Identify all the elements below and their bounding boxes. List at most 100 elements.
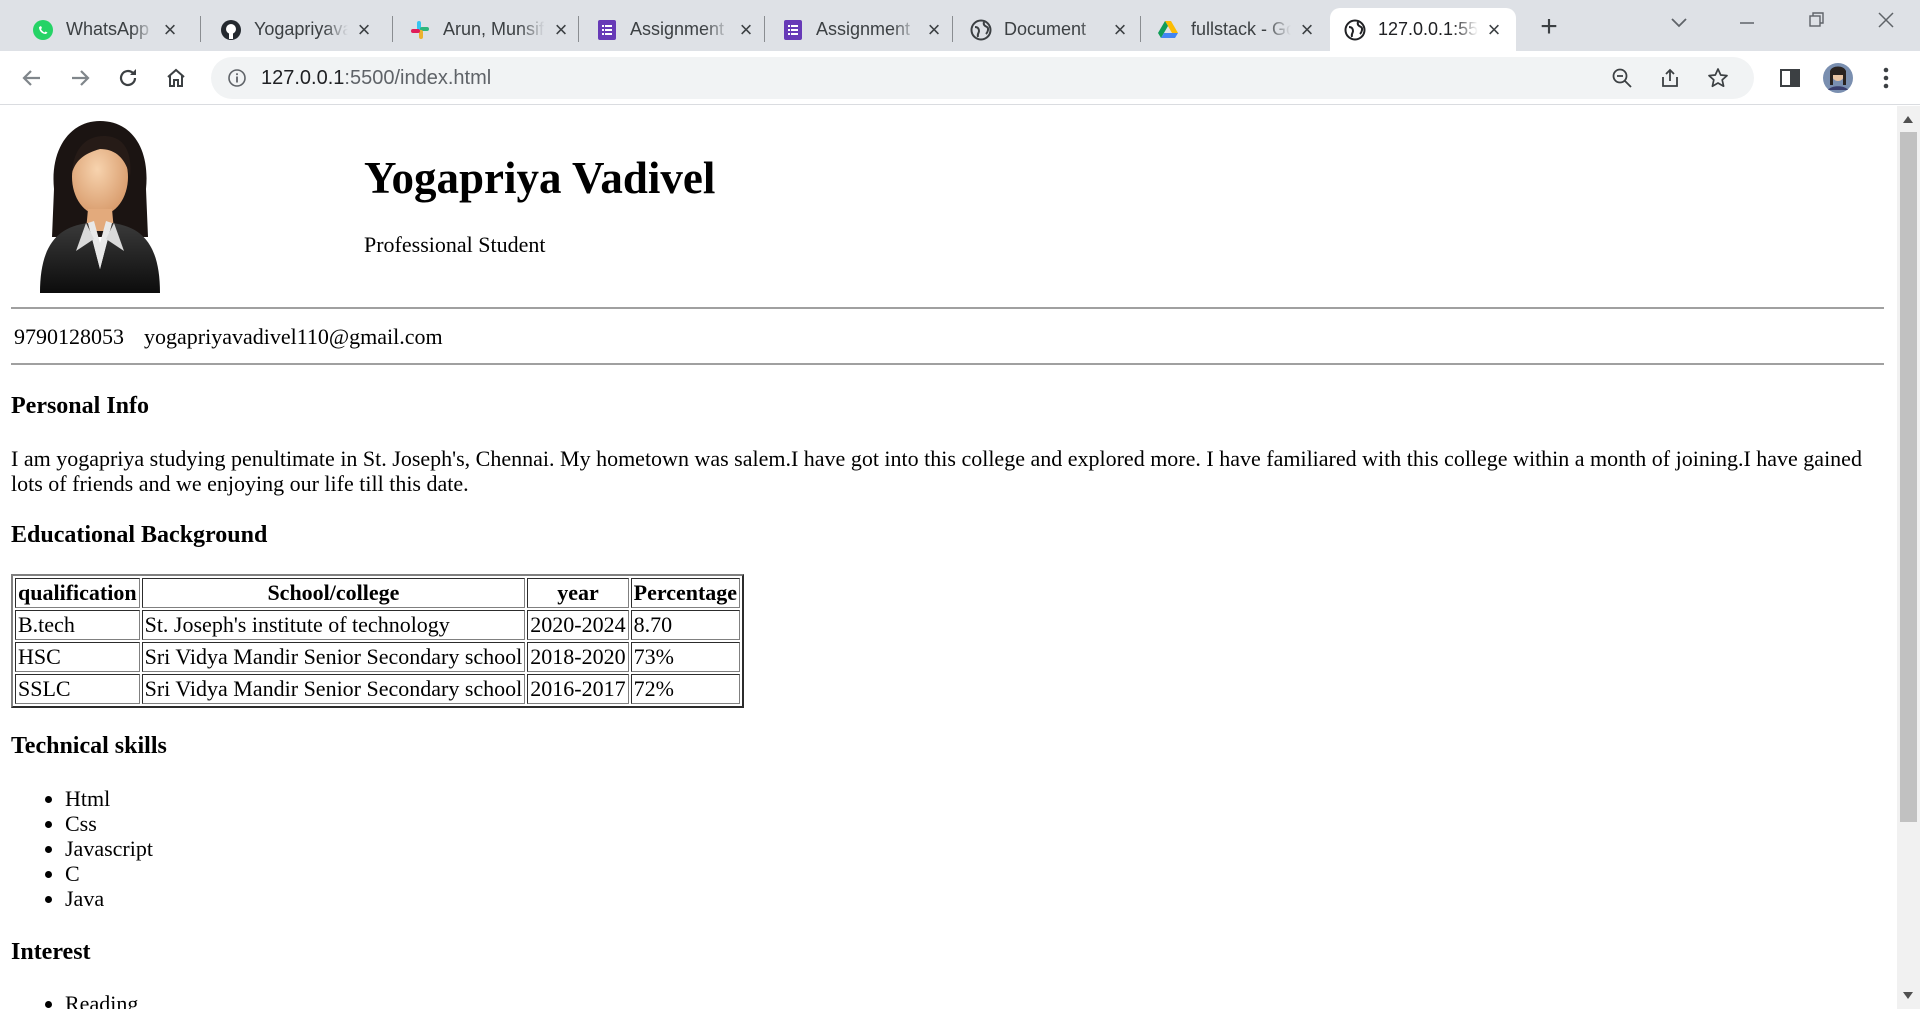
tab-title: WhatsApp: [66, 19, 150, 39]
avatar[interactable]: [1820, 60, 1856, 96]
table-cell: St. Joseph's institute of technology: [141, 610, 526, 640]
profile-avatar-image: [40, 121, 160, 293]
close-icon[interactable]: ×: [160, 18, 180, 40]
slack-icon: [409, 19, 431, 41]
profile-role: Professional Student: [364, 232, 546, 257]
tab-strip: WhatsApp × Yogapriyavadivel × Arun, Muns…: [0, 0, 1920, 51]
new-tab-button[interactable]: +: [1533, 12, 1565, 44]
table-row: SSLC Sri Vidya Mandir Senior Secondary s…: [15, 674, 741, 704]
column-header: year: [527, 578, 629, 608]
table-cell: 2018-2020: [527, 642, 629, 672]
forms-icon: [782, 19, 804, 41]
phone-number: 9790128053: [14, 324, 124, 349]
tab-title: Yogapriyavadivel: [254, 19, 348, 39]
tab-title: Assignment: [630, 19, 725, 39]
tab-slack[interactable]: Arun, Munsif ×: [395, 8, 583, 51]
table-cell: SSLC: [15, 674, 140, 704]
tab-separator: [764, 16, 765, 42]
email-address: yogapriyavadivel110@gmail.com: [144, 324, 443, 349]
table-cell: 72%: [630, 674, 741, 704]
page-viewport: Yogapriya Vadivel Professional Student 9…: [0, 106, 1897, 1009]
table-header-row: qualification School/college year Percen…: [15, 578, 741, 608]
close-icon[interactable]: ×: [924, 18, 944, 40]
personal-info-text: I am yogapriya studying penultimate in S…: [11, 446, 1862, 496]
url-text[interactable]: 127.0.0.1:5500/index.html: [261, 67, 491, 90]
tab-github[interactable]: Yogapriyavadivel ×: [206, 8, 386, 51]
drive-icon: [1157, 19, 1179, 41]
zoom-icon[interactable]: [1606, 62, 1638, 94]
info-icon[interactable]: [221, 62, 253, 94]
tab-assignment-1[interactable]: Assignment ×: [582, 8, 768, 51]
tab-assignment-2[interactable]: Assignment ×: [768, 8, 956, 51]
scroll-down-icon[interactable]: [1903, 992, 1913, 999]
column-header: School/college: [141, 578, 526, 608]
close-icon[interactable]: ×: [736, 18, 756, 40]
tab-separator: [1140, 16, 1141, 42]
close-window-icon[interactable]: [1861, 8, 1911, 38]
restore-icon[interactable]: [1791, 8, 1841, 38]
divider: [11, 307, 1884, 309]
heading-educational-background: Educational Background: [11, 522, 268, 548]
minimize-icon[interactable]: [1722, 8, 1772, 38]
tab-local-page[interactable]: 127.0.0.1:5500/index.html ×: [1330, 8, 1516, 51]
side-panel-icon[interactable]: [1772, 60, 1808, 96]
table-cell: 2016-2017: [527, 674, 629, 704]
reload-button[interactable]: [110, 60, 146, 96]
close-icon[interactable]: ×: [551, 18, 571, 40]
table-cell: Sri Vidya Mandir Senior Secondary school: [141, 642, 526, 672]
tab-title: 127.0.0.1:5500/index.html: [1378, 19, 1478, 39]
table-cell: B.tech: [15, 610, 140, 640]
forward-button[interactable]: [62, 60, 98, 96]
more-menu-icon[interactable]: [1868, 60, 1904, 96]
url-path: :5500/index.html: [344, 67, 492, 89]
list-item: Html: [65, 786, 153, 811]
forms-icon: [596, 19, 618, 41]
close-icon[interactable]: ×: [354, 18, 374, 40]
table-cell: Sri Vidya Mandir Senior Secondary school: [141, 674, 526, 704]
vertical-scrollbar[interactable]: [1897, 106, 1920, 1009]
table-row: HSC Sri Vidya Mandir Senior Secondary sc…: [15, 642, 741, 672]
globe-icon: [970, 19, 992, 41]
github-icon: [220, 19, 242, 41]
table-cell: 8.70: [630, 610, 741, 640]
scrollbar-thumb[interactable]: [1900, 132, 1917, 822]
scroll-up-icon[interactable]: [1903, 116, 1913, 123]
close-icon[interactable]: ×: [1297, 18, 1317, 40]
tab-separator: [952, 16, 953, 42]
close-icon[interactable]: ×: [1110, 18, 1130, 40]
contact-info: 9790128053 yogapriyavadivel110@gmail.com: [14, 324, 443, 350]
tab-title: Document: [1004, 19, 1087, 39]
tab-separator: [392, 16, 393, 42]
tab-search-icon[interactable]: [1654, 8, 1704, 38]
profile-name: Yogapriya Vadivel: [364, 153, 716, 203]
table-row: B.tech St. Joseph's institute of technol…: [15, 610, 741, 640]
divider: [11, 363, 1884, 365]
interest-list: Reading: [25, 991, 138, 1009]
table-cell: 73%: [630, 642, 741, 672]
heading-interest: Interest: [11, 939, 91, 965]
tab-whatsapp[interactable]: WhatsApp ×: [18, 8, 192, 51]
tab-google-drive[interactable]: fullstack - Google Drive ×: [1143, 8, 1329, 51]
tab-separator: [200, 16, 201, 42]
list-item: Javascript: [65, 836, 153, 861]
globe-icon: [1344, 19, 1366, 41]
column-header: qualification: [15, 578, 140, 608]
skills-list: Html Css Javascript C Java: [25, 786, 153, 911]
close-icon[interactable]: ×: [1484, 18, 1504, 40]
tab-title: Arun, Munsif: [443, 19, 545, 39]
back-button[interactable]: [14, 60, 50, 96]
column-header: Percentage: [630, 578, 741, 608]
heading-personal-info: Personal Info: [11, 393, 149, 419]
tab-title: Assignment: [816, 19, 911, 39]
tab-separator: [578, 16, 579, 42]
list-item: Css: [65, 811, 153, 836]
table-cell: 2020-2024: [527, 610, 629, 640]
share-icon[interactable]: [1654, 62, 1686, 94]
tab-document[interactable]: Document ×: [956, 8, 1142, 51]
list-item: C: [65, 861, 153, 886]
address-bar[interactable]: 127.0.0.1:5500/index.html: [211, 57, 1754, 99]
home-button[interactable]: [158, 60, 194, 96]
browser-toolbar: 127.0.0.1:5500/index.html: [0, 51, 1920, 105]
table-cell: HSC: [15, 642, 140, 672]
bookmark-star-icon[interactable]: [1702, 62, 1734, 94]
